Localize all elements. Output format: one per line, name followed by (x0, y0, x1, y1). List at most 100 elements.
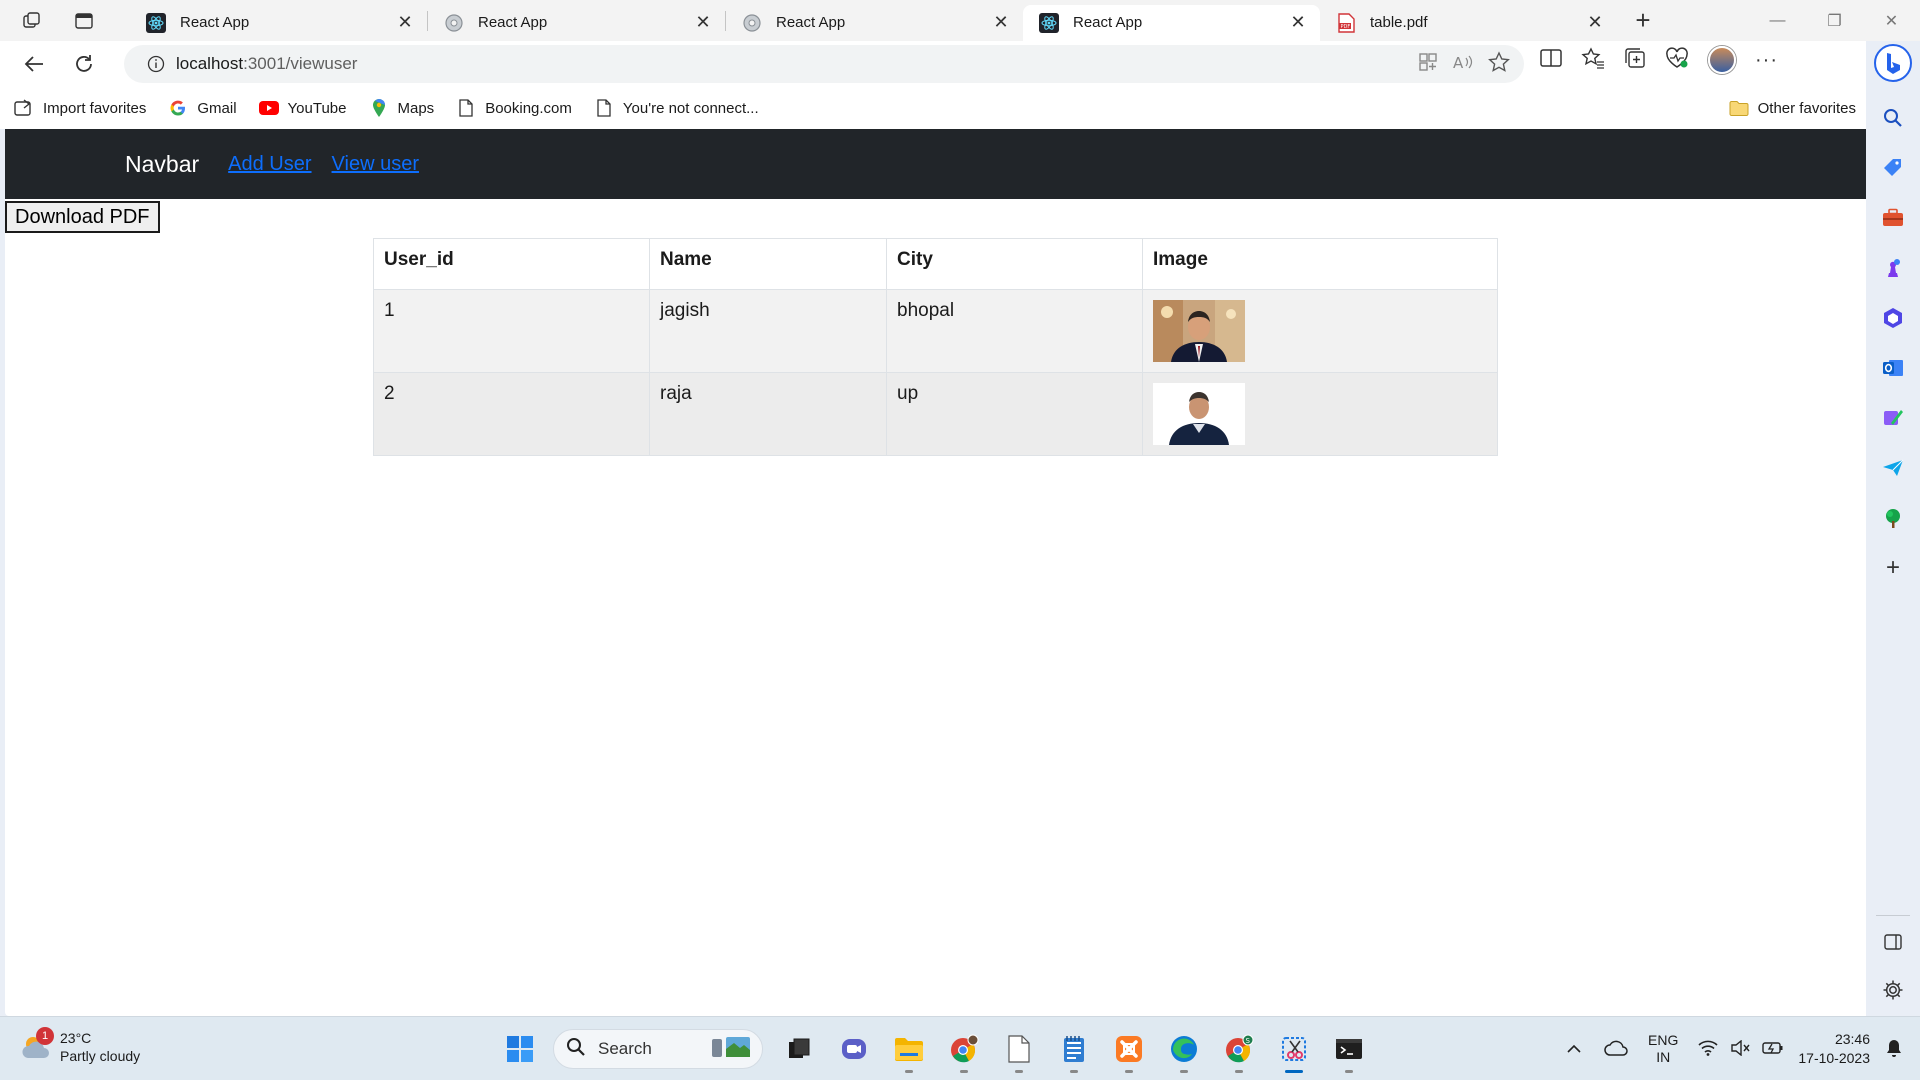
favorite-star-icon[interactable] (1488, 50, 1510, 78)
download-pdf-button[interactable]: Download PDF (5, 201, 160, 233)
language-indicator[interactable]: ENG IN (1648, 1032, 1678, 1066)
react-logo-icon (1039, 12, 1059, 33)
edge-browser-icon[interactable] (1162, 1027, 1206, 1073)
favorite-youtube[interactable]: YouTube (258, 98, 347, 118)
user-photo (1153, 300, 1245, 362)
info-icon[interactable] (136, 55, 176, 73)
taskbar-search[interactable]: Search (553, 1029, 763, 1069)
send-paper-plane-icon[interactable] (1878, 453, 1908, 483)
column-header-city: City (886, 238, 1143, 290)
microsoft-365-icon[interactable] (1878, 303, 1908, 333)
new-tab-button[interactable]: + (1627, 5, 1659, 37)
toolbar-right: ··· (1540, 46, 1778, 74)
page-viewport: Navbar Add User View user Download PDF U… (5, 129, 1866, 1016)
task-view-icon[interactable] (777, 1027, 821, 1071)
tree-icon[interactable] (1878, 503, 1908, 533)
search-icon[interactable] (1878, 103, 1908, 133)
volume-muted-icon[interactable] (1730, 1039, 1750, 1059)
cell-image (1142, 372, 1498, 456)
weather-widget[interactable]: 1 23°C Partly cloudy (20, 1027, 140, 1065)
refresh-icon[interactable] (66, 46, 102, 82)
chrome-icon[interactable]: S (1217, 1027, 1261, 1073)
vertical-tabs-icon[interactable] (68, 5, 100, 37)
clock[interactable]: 23:46 17-10-2023 (1798, 1030, 1870, 1068)
favorite-label: Gmail (197, 99, 237, 117)
favorite-booking[interactable]: Booking.com (456, 98, 572, 118)
weather-cloud-sun-icon: 1 (20, 1027, 54, 1063)
close-icon[interactable]: ✕ (395, 12, 415, 33)
file-explorer-icon[interactable] (887, 1027, 931, 1073)
other-favorites[interactable]: Other favorites (1729, 87, 1856, 129)
tab-title: React App (478, 14, 548, 31)
favorite-label: YouTube (287, 99, 347, 117)
notepad-file-icon[interactable] (997, 1027, 1041, 1073)
close-window-icon[interactable]: ✕ (1863, 0, 1920, 41)
more-options-icon[interactable]: ··· (1755, 49, 1778, 72)
browser-tab[interactable]: React App ✕ (130, 5, 427, 41)
favorites-icon[interactable] (1581, 46, 1605, 74)
notepad-app-icon[interactable] (1052, 1027, 1096, 1073)
svg-text:A: A (1453, 54, 1464, 72)
close-icon[interactable]: ✕ (991, 12, 1011, 33)
games-icon[interactable] (1878, 253, 1908, 283)
svg-text:PDF: PDF (1341, 24, 1351, 30)
snipping-tool-icon[interactable] (1272, 1027, 1316, 1073)
designer-icon[interactable] (1878, 403, 1908, 433)
nav-link-view-user[interactable]: View user (332, 153, 419, 176)
address-bar[interactable]: localhost:3001/viewuser A (124, 45, 1524, 83)
terminal-icon[interactable] (1327, 1027, 1371, 1073)
browser-tab[interactable]: PDF table.pdf ✕ (1320, 5, 1617, 41)
google-icon (168, 98, 188, 118)
read-aloud-icon[interactable]: A (1452, 52, 1474, 77)
show-hidden-icons-chevron-icon[interactable] (1566, 1041, 1582, 1057)
favorite-gmail[interactable]: Gmail (168, 98, 237, 118)
favorite-maps[interactable]: Maps (369, 98, 434, 118)
app-available-icon[interactable] (1418, 52, 1438, 77)
settings-gear-icon[interactable] (1882, 979, 1904, 1006)
split-screen-icon[interactable] (1540, 48, 1562, 73)
workspaces-icon[interactable] (16, 5, 48, 37)
tools-briefcase-icon[interactable] (1878, 203, 1908, 233)
system-tray: ENG IN 23:46 17-10-2023 (1566, 1017, 1920, 1080)
cell-user-id: 2 (373, 372, 650, 456)
cell-name: jagish (649, 289, 887, 373)
back-arrow-icon[interactable] (16, 46, 52, 82)
browser-tab-active[interactable]: React App ✕ (1023, 4, 1320, 41)
search-highlight-icon (708, 1034, 754, 1065)
browser-essentials-icon[interactable] (1665, 46, 1689, 74)
collections-icon[interactable] (1624, 47, 1646, 74)
restore-icon[interactable]: ❐ (1806, 0, 1863, 41)
onedrive-cloud-icon[interactable] (1604, 1040, 1628, 1059)
hide-sidebar-icon[interactable] (1884, 934, 1902, 955)
close-icon[interactable]: ✕ (1288, 12, 1308, 33)
bing-copilot-icon[interactable] (1873, 43, 1913, 83)
browser-tab[interactable]: React App ✕ (428, 5, 725, 41)
url-text: localhost:3001/viewuser (176, 54, 357, 74)
chrome-profile-icon[interactable] (942, 1027, 986, 1073)
table-row: 2 raja up (373, 372, 1498, 456)
clock-date: 17-10-2023 (1798, 1050, 1870, 1066)
weather-alert-badge: 1 (36, 1027, 54, 1045)
profile-avatar[interactable] (1708, 46, 1736, 74)
xampp-icon[interactable] (1107, 1027, 1151, 1073)
wifi-icon[interactable] (1698, 1040, 1718, 1059)
navbar-brand[interactable]: Navbar (125, 151, 199, 178)
close-icon[interactable]: ✕ (1585, 12, 1605, 33)
language-code: ENG (1648, 1032, 1679, 1048)
add-icon[interactable]: + (1878, 553, 1908, 583)
favorite-import[interactable]: Import favorites (14, 98, 146, 118)
folder-icon (1729, 100, 1749, 116)
start-windows-icon[interactable] (498, 1027, 542, 1071)
taskbar-apps: Search S (498, 1027, 1382, 1073)
outlook-icon[interactable] (1878, 353, 1908, 383)
favorite-not-connected[interactable]: You're not connect... (594, 98, 759, 118)
close-icon[interactable]: ✕ (693, 12, 713, 33)
minimize-icon[interactable]: — (1749, 0, 1806, 41)
teams-chat-icon[interactable] (832, 1027, 876, 1071)
nav-link-add-user[interactable]: Add User (228, 153, 311, 176)
notification-bell-icon[interactable] (1886, 1039, 1902, 1060)
shopping-tag-icon[interactable] (1878, 153, 1908, 183)
browser-tab[interactable]: React App ✕ (726, 5, 1023, 41)
url-path: :3001/viewuser (243, 54, 358, 73)
battery-charging-icon[interactable] (1762, 1041, 1784, 1058)
